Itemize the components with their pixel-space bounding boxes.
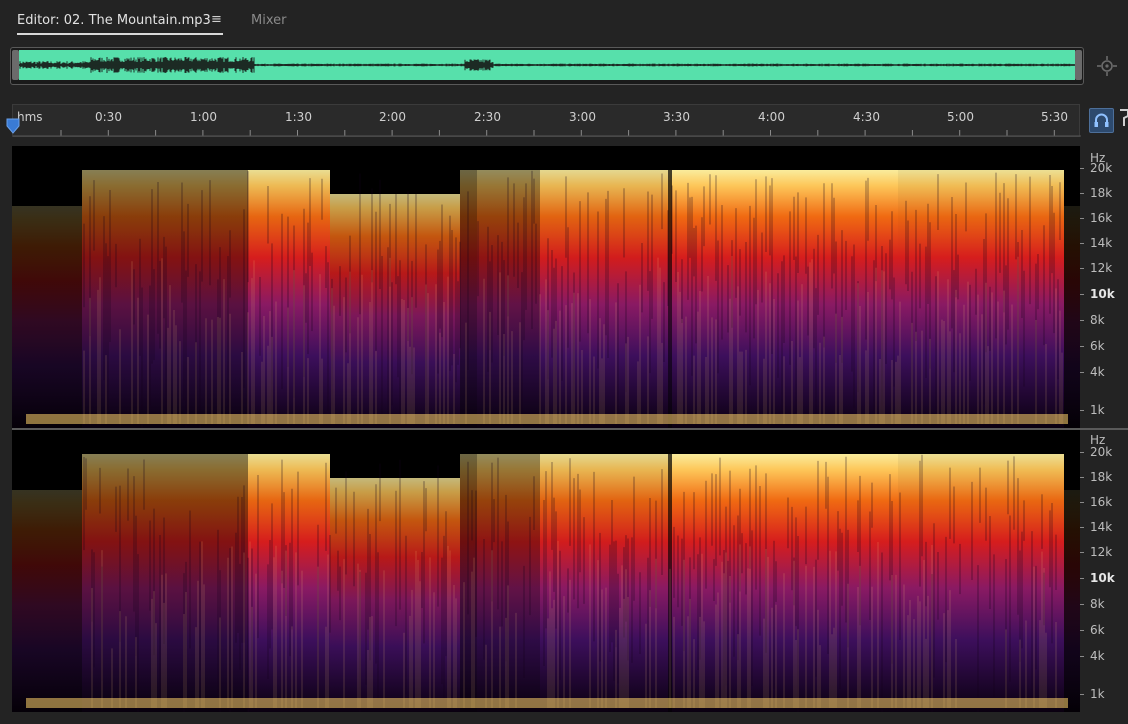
frequency-tick-mark xyxy=(1080,694,1084,695)
tab-editor[interactable]: Editor: 02. The Mountain.mp3 xyxy=(17,13,211,28)
right-channel-spectrogram-graphic xyxy=(12,430,1080,712)
frequency-tick-mark xyxy=(1080,372,1084,373)
frequency-tick-label: 10k xyxy=(1090,571,1115,585)
frequency-tick-mark xyxy=(1080,630,1084,631)
frequency-tick-label: 8k xyxy=(1090,597,1105,611)
time-tick-label: 1:30 xyxy=(285,110,312,124)
frequency-tick-label: 16k xyxy=(1090,211,1113,225)
overview-waveform-graphic xyxy=(19,57,1075,73)
frequency-tick-label: 4k xyxy=(1090,365,1105,379)
frequency-tick-mark xyxy=(1080,410,1084,411)
time-tick-label: 4:30 xyxy=(853,110,880,124)
frequency-tick-label: 18k xyxy=(1090,186,1113,200)
frequency-tick-mark xyxy=(1080,320,1084,321)
frequency-axis-right-channel: Hz 20k 18k 16k 14k 12k 10k 8k 6k 4k 1k xyxy=(1080,430,1128,712)
zoom-to-fit-icon[interactable] xyxy=(1096,55,1118,77)
frequency-tick-label: 20k xyxy=(1090,445,1113,459)
frequency-tick-label: 4k xyxy=(1090,649,1105,663)
panel-tab-bar: Editor: 02. The Mountain.mp3 ≡ Mixer xyxy=(0,0,1128,42)
playhead-icon[interactable] xyxy=(6,118,20,134)
right-channel-spectrogram[interactable] xyxy=(12,430,1080,712)
frequency-tick-label: 16k xyxy=(1090,495,1113,509)
frequency-tick-mark xyxy=(1080,477,1084,478)
frequency-tick-label: 12k xyxy=(1090,261,1113,275)
frequency-tick-mark xyxy=(1080,604,1084,605)
frequency-tick-mark xyxy=(1080,243,1084,244)
active-tab-underline xyxy=(17,33,223,35)
tab-mixer[interactable]: Mixer xyxy=(251,13,286,28)
bottom-scroll-area xyxy=(0,712,1128,724)
frequency-tick-mark xyxy=(1080,552,1084,553)
frequency-tick-mark xyxy=(1080,346,1084,347)
tab-menu-icon[interactable]: ≡ xyxy=(211,12,222,27)
frequency-tick-mark xyxy=(1080,218,1084,219)
frequency-tick-label: 1k xyxy=(1090,403,1105,417)
time-tick-label: 5:30 xyxy=(1041,110,1068,124)
frequency-axis-left-channel: Hz 20k 18k 16k 14k 12k 10k 8k 6k 4k 1k xyxy=(1080,146,1128,428)
frequency-tick-label: 14k xyxy=(1090,236,1113,250)
left-channel-spectrogram-graphic xyxy=(12,146,1080,428)
time-tick-label: 4:00 xyxy=(758,110,785,124)
frequency-tick-label: 12k xyxy=(1090,545,1113,559)
time-tick-label: 5:00 xyxy=(947,110,974,124)
ruler-tick-marks xyxy=(13,130,1081,137)
frequency-tick-mark xyxy=(1080,168,1084,169)
frequency-tick-mark xyxy=(1080,268,1084,269)
panel-resize-grip[interactable] xyxy=(576,139,606,151)
frequency-tick-mark xyxy=(1080,452,1084,453)
frequency-tick-mark xyxy=(1080,193,1084,194)
time-tick-label: 0:30 xyxy=(95,110,122,124)
time-tick-label: 2:30 xyxy=(474,110,501,124)
frequency-tick-label: 6k xyxy=(1090,623,1105,637)
overview-left-handle[interactable] xyxy=(12,50,19,80)
frequency-tick-label: 8k xyxy=(1090,313,1105,327)
frequency-tick-label: 14k xyxy=(1090,520,1113,534)
snap-toggle-button[interactable] xyxy=(1089,108,1114,133)
time-unit-label: hms xyxy=(17,110,43,124)
frequency-tick-mark xyxy=(1080,294,1084,295)
frequency-tick-mark xyxy=(1080,656,1084,657)
frequency-tick-label: 18k xyxy=(1090,470,1113,484)
time-tick-label: 1:00 xyxy=(190,110,217,124)
time-ruler[interactable]: hms 0:30 1:00 1:30 2:00 2:30 3:00 3:30 4:00 4:30… xyxy=(12,104,1081,137)
frequency-tick-label: 10k xyxy=(1090,287,1115,301)
frequency-tick-mark xyxy=(1080,578,1084,579)
frequency-tick-mark xyxy=(1080,502,1084,503)
frequency-tick-label: 20k xyxy=(1090,161,1113,175)
frequency-tick-mark xyxy=(1080,527,1084,528)
frequency-tick-label: 6k xyxy=(1090,339,1105,353)
overview-navigator[interactable] xyxy=(10,47,1084,85)
marker-icon[interactable] xyxy=(1118,108,1128,128)
overview-waveform[interactable] xyxy=(19,50,1075,80)
time-tick-label: 3:30 xyxy=(663,110,690,124)
frequency-tick-label: 1k xyxy=(1090,687,1105,701)
headphones-snap-icon xyxy=(1094,113,1109,127)
overview-right-handle[interactable] xyxy=(1075,50,1082,80)
spectral-frequency-display[interactable] xyxy=(12,146,1128,712)
left-channel-spectrogram[interactable] xyxy=(12,146,1080,428)
time-tick-label: 2:00 xyxy=(379,110,406,124)
time-tick-label: 3:00 xyxy=(569,110,596,124)
